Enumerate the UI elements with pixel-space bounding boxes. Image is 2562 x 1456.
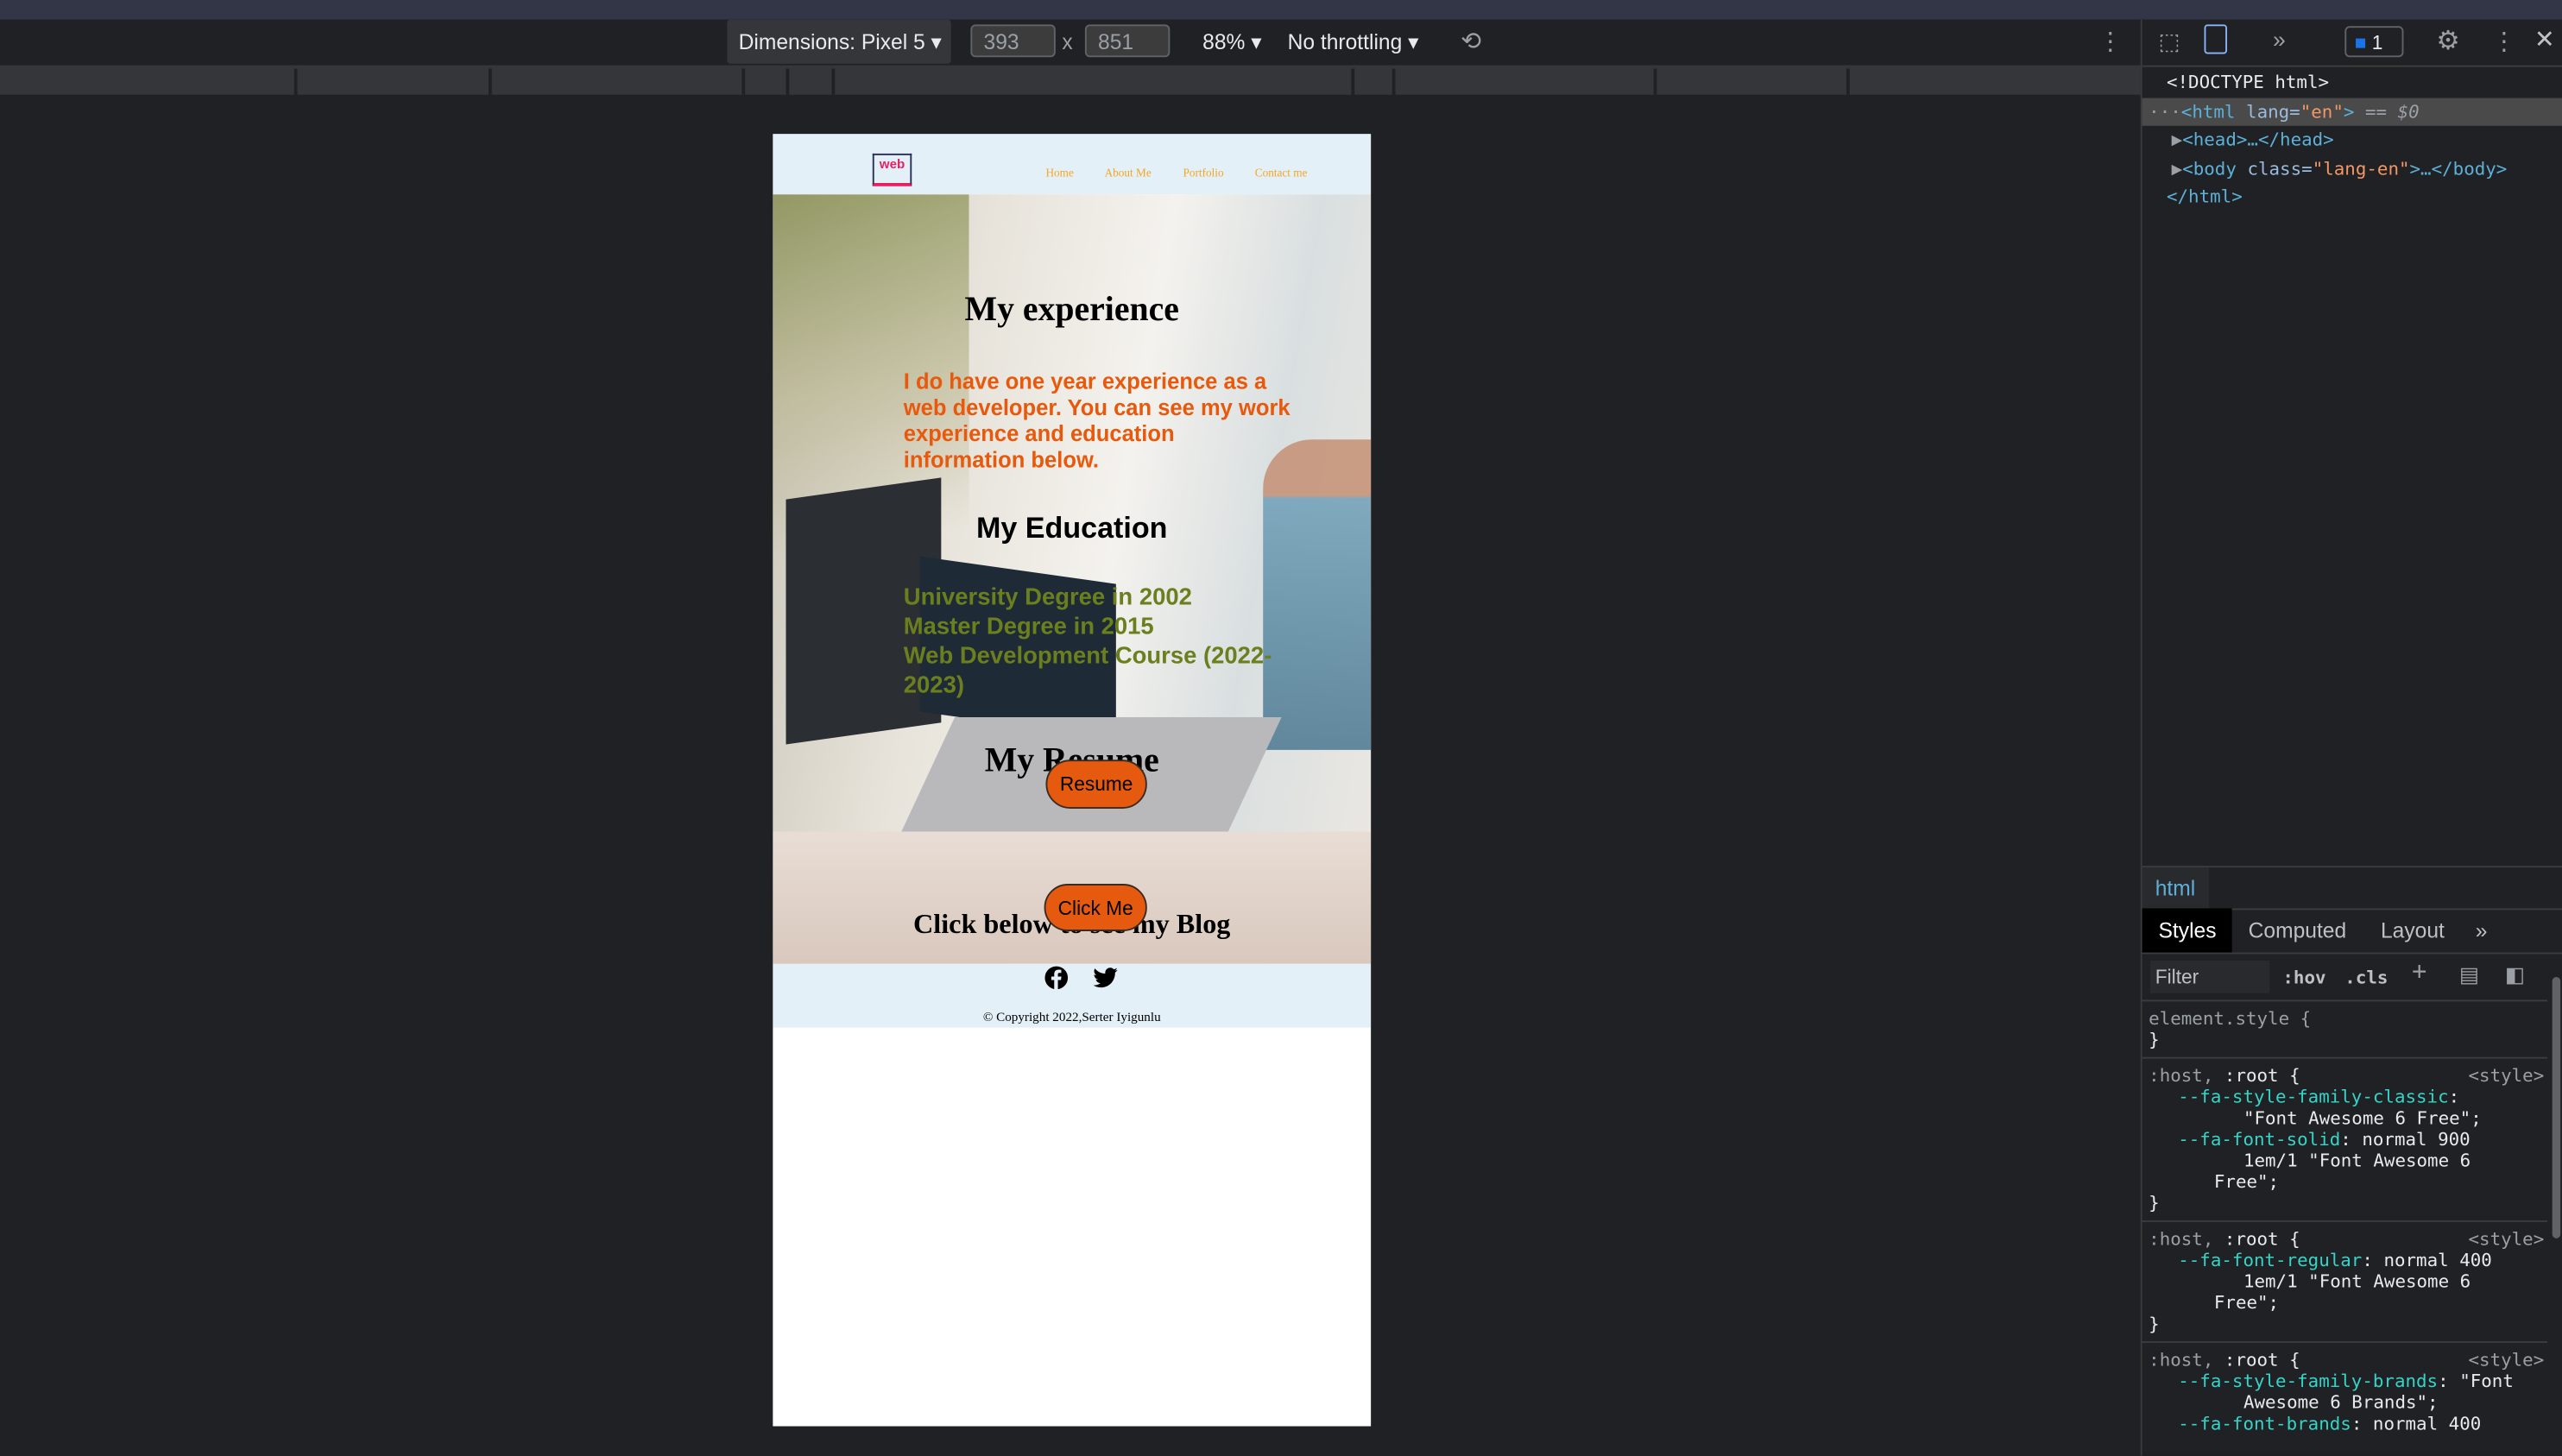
device-dimensions-dropdown[interactable]: Dimensions: Pixel 5 ▾ [727,19,951,64]
browser-window: Dimensions: Pixel 5 ▾ 393 x 851 88% ▾ No… [0,0,2562,1456]
style-rule[interactable]: <style> :host, :root { --fa-style-family… [2142,1059,2548,1222]
styles-scrollbar[interactable] [2552,976,2561,1239]
filter-input[interactable]: Filter [2150,961,2270,993]
title-strip [0,0,2562,20]
more-tabs-icon[interactable]: » [2273,26,2286,52]
education-item: Web Development Course (2022-2023) [903,643,1272,700]
devtools-toolbar: ⬚ » ■ 1 ⚙ ⋮ ✕ [2142,20,2562,67]
hov-toggle[interactable]: :hov [2282,968,2325,989]
paint-brush-icon[interactable]: ▤ [2459,962,2479,988]
style-rules: element.style {} <style> :host, :root { … [2142,1001,2548,1441]
nav-about[interactable]: About Me [1105,167,1152,180]
tab-styles[interactable]: Styles [2142,908,2233,953]
new-rule-icon[interactable]: + [2412,959,2427,988]
zoom-label: 88% [1202,29,1246,54]
copyright-text: © Copyright 2022,Serter Iyigunlu [982,1009,1161,1024]
nav-portfolio[interactable]: Portfolio [1183,167,1223,180]
width-input[interactable]: 393 [970,24,1056,58]
devtools-panel: ⬚ » ■ 1 ⚙ ⋮ ✕ <!DOCTYPE html> ···<html l… [2140,19,2562,1456]
head-node[interactable]: ▶<head>…</head> [2142,126,2562,154]
nav-home[interactable]: Home [1045,167,1073,180]
site-header: web Home About Me Portfolio Contact me [773,134,1372,195]
nav-contact[interactable]: Contact me [1255,167,1308,180]
rotate-icon[interactable]: ⟲ [1461,20,1481,66]
device-label: Dimensions: Pixel 5 [738,29,925,54]
education-item: University Degree in 2002 [903,584,1192,611]
more-options-icon[interactable]: ⋮ [2492,26,2516,55]
html-node[interactable]: ···<html lang="en"> == $0 [2142,97,2562,126]
html-close-node: </html> [2166,186,2243,208]
toggle-sidebar-icon[interactable]: ◧ [2505,962,2525,988]
breadcrumb: html [2142,866,2562,911]
education-item: Master Degree in 2015 [903,614,1154,641]
times-sign: x [1062,29,1073,54]
issues-count: 1 [2371,30,2383,54]
hero-section: My experience I do have one year experie… [773,194,1372,964]
device-toggle-icon[interactable] [2204,24,2228,54]
body-node[interactable]: ▶<body class="lang-en">…</body> [2142,154,2562,183]
experience-heading: My experience [964,289,1179,329]
settings-gear-icon[interactable]: ⚙ [2436,24,2459,57]
device-viewport: web Home About Me Portfolio Contact me M… [773,134,1372,1427]
more-tabs-icon[interactable]: » [2476,908,2488,952]
styles-filter-bar: Filter :hov .cls + ▤ ◧ [2142,954,2548,1002]
site-footer: © Copyright 2022,Serter Iyigunlu [773,963,1372,1028]
dom-tree: <!DOCTYPE html> ···<html lang="en"> == $… [2142,69,2562,212]
doctype-node[interactable]: <!DOCTYPE html> [2142,69,2562,98]
tab-layout[interactable]: Layout [2381,908,2445,952]
style-rule[interactable]: element.style {} [2142,1001,2548,1059]
facebook-icon[interactable] [1044,966,1069,991]
media-query-ruler[interactable] [0,65,2141,95]
close-icon[interactable]: ✕ [2534,24,2555,54]
more-options-icon[interactable]: ⋮ [2098,20,2122,66]
styles-tabs: Styles Computed Layout » [2142,908,2562,955]
education-list: University Degree in 2002 Master Degree … [904,583,1279,701]
click-me-button[interactable]: Click Me [1044,884,1147,931]
resume-button[interactable]: Resume [1045,760,1147,809]
breadcrumb-html[interactable]: html [2142,867,2209,909]
tab-computed[interactable]: Computed [2249,908,2347,952]
cls-toggle[interactable]: .cls [2344,968,2388,989]
site-logo[interactable]: web [872,153,912,186]
throttling-dropdown[interactable]: No throttling ▾ [1288,20,1419,66]
throttling-label: No throttling [1287,29,1403,54]
education-heading: My Education [975,511,1168,545]
height-input[interactable]: 851 [1084,24,1171,58]
twitter-icon[interactable] [1093,968,1118,989]
style-rule[interactable]: <style> :host, :root { --fa-font-regular… [2142,1222,2548,1343]
issues-badge[interactable]: ■ 1 [2344,26,2404,58]
style-rule[interactable]: <style> :host, :root { --fa-style-family… [2142,1343,2547,1441]
message-icon: ■ [2354,30,2367,54]
inspect-element-icon[interactable]: ⬚ [2159,28,2180,55]
experience-text: I do have one year experience as a web d… [903,369,1290,473]
zoom-dropdown[interactable]: 88% ▾ [1202,20,1261,66]
